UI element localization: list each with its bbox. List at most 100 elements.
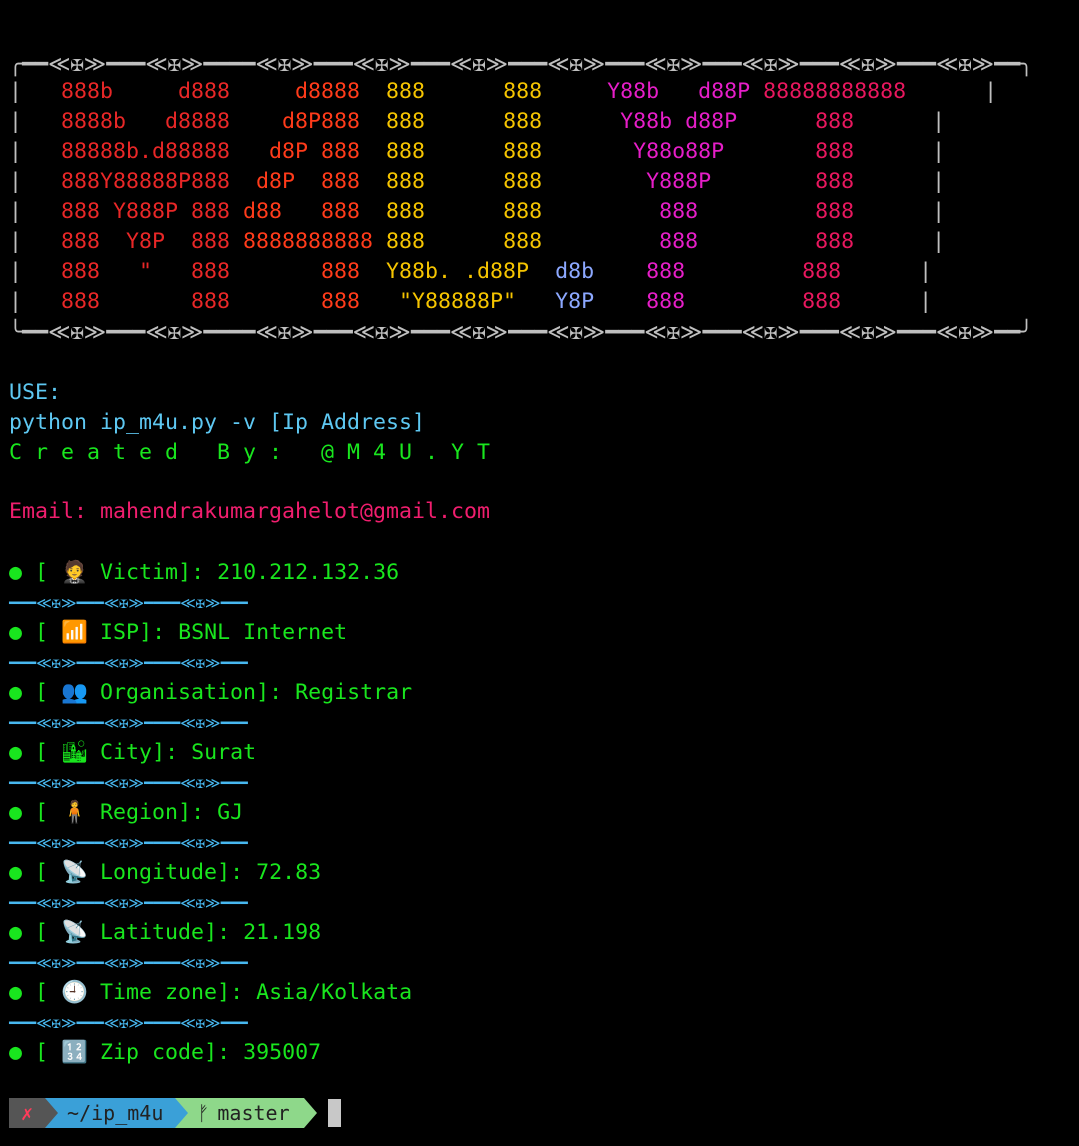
banner-segment: d88 888 — [230, 199, 361, 224]
banner-segment: | — [906, 79, 998, 104]
use-label: USE: — [9, 380, 62, 405]
satellite-icon: 📡 — [61, 920, 88, 945]
separator-line: ━━━≪✠≫━━━≪✠≫━━━━≪✠≫━━━ — [9, 894, 248, 912]
banner-segment: | — [9, 139, 62, 164]
banner-segment: | — [9, 259, 62, 284]
banner-line: | 888Y88888P888 d8P 888 888 888 Y888P 88… — [9, 167, 945, 197]
banner-segment: 8888888888 — [230, 229, 374, 254]
info-label: Victim — [100, 560, 179, 585]
bullet-icon: ● — [9, 620, 36, 645]
bullet-icon: ● — [9, 740, 36, 765]
banner-line: | 8888b d8888 d8P888 888 888 Y88b d88P 8… — [9, 107, 945, 137]
banner-line: | 888 888 888 "Y88888P" Y8P 888 888 | — [9, 287, 932, 317]
separator-line: ━━━≪✠≫━━━≪✠≫━━━━≪✠≫━━━ — [9, 774, 248, 792]
banner-segment: 888b d888 — [61, 79, 231, 104]
info-victim: ● [ 🤵 Victim]: 210.212.132.36 — [9, 558, 399, 588]
info-label: Zip code — [100, 1040, 205, 1065]
info-value: BSNL Internet — [178, 620, 348, 645]
banner-segment: "Y88888P" — [360, 289, 517, 314]
banner-segment: 888 — [230, 289, 361, 314]
banner-top-border: ╭━━≪✠≫━━━≪✠≫━━━━≪✠≫━━━≪✠≫━━━≪✠≫━━━≪✠≫━━━… — [9, 52, 1034, 77]
banner-segment: | — [841, 289, 933, 314]
banner-segment: 888 Y8P 888 — [61, 229, 231, 254]
bullet-icon: ● — [9, 800, 36, 825]
info-value: GJ — [217, 800, 244, 825]
banner-segment: 888 — [360, 169, 426, 194]
info-value: Registrar — [295, 680, 413, 705]
banner-segment: 888 — [685, 259, 842, 284]
banner-segment: 888 — [711, 169, 855, 194]
banner-segment: | — [854, 169, 946, 194]
status-segment: ✗ — [9, 1098, 59, 1128]
banner-segment: 88888b.d88888 — [61, 139, 231, 164]
separator-line: ━━━≪✠≫━━━≪✠≫━━━━≪✠≫━━━ — [9, 834, 248, 852]
banner-segment: 888 — [594, 259, 686, 284]
region-icon: 🧍 — [61, 800, 88, 825]
banner-segment: 888 — [425, 79, 543, 104]
error-icon: ✗ — [21, 1101, 34, 1125]
email-line: Email: mahendrakumargahelot@gmail.com — [9, 499, 491, 524]
info-value: 210.212.132.36 — [217, 560, 400, 585]
banner-line: | 888 Y888P 888 d88 888 888 888 888 888 … — [9, 197, 945, 227]
numbers-icon: 🔢 — [61, 1040, 88, 1065]
banner-segment: 888 Y888P 888 — [61, 199, 231, 224]
info-organisation: ● [ 👥 Organisation]: Registrar — [9, 678, 412, 708]
banner-segment: | — [9, 109, 62, 134]
info-label: Region — [100, 800, 179, 825]
banner-segment: 8888b d8888 — [61, 109, 231, 134]
info-isp: ● [ 📶 ISP]: BSNL Internet — [9, 618, 347, 648]
banner-segment: | — [9, 169, 62, 194]
bullet-icon: ● — [9, 1040, 36, 1065]
banner-segment: 888 — [360, 199, 426, 224]
banner-segment: d8P 888 — [230, 139, 361, 164]
banner-segment: Y888P — [542, 169, 712, 194]
info-label: Time zone — [100, 980, 218, 1005]
info-label: City — [100, 740, 153, 765]
banner-segment: | — [854, 199, 946, 224]
banner-segment: | — [854, 139, 946, 164]
banner-bottom-border: ╰━━≪✠≫━━━≪✠≫━━━━≪✠≫━━━≪✠≫━━━≪✠≫━━━≪✠≫━━━… — [9, 320, 1034, 345]
banner-segment: | — [854, 109, 946, 134]
banner-segment: d8P 888 — [230, 169, 361, 194]
usage-command: python ip_m4u.py -v [Ip Address] — [9, 410, 426, 435]
banner-segment: 888 — [373, 229, 426, 254]
banner-segment: 888 — [685, 289, 842, 314]
banner-segment: | — [9, 79, 62, 104]
banner-line: | 888b d888 d8888 888 888 Y88b d88P 8888… — [9, 77, 997, 107]
banner-segment: 888 — [737, 109, 855, 134]
banner-segment: 888 — [425, 109, 543, 134]
person-icon: 🤵 — [61, 560, 88, 585]
banner-segment: | — [841, 259, 933, 284]
info-label: Latitude — [100, 920, 205, 945]
banner-line: | 888 " 888 888 Y88b. .d88P d8b 888 888 … — [9, 257, 932, 287]
clock-icon: 🕘 — [61, 980, 88, 1005]
info-time-zone: ● [ 🕘 Time zone]: Asia/Kolkata — [9, 978, 412, 1008]
bullet-icon: ● — [9, 680, 36, 705]
info-label: Organisation — [100, 680, 257, 705]
banner-segment: d8888 — [230, 79, 361, 104]
banner-segment: d8P888 — [230, 109, 361, 134]
banner-segment: 888 — [425, 139, 543, 164]
banner-segment: 888 " 888 — [61, 259, 231, 284]
banner-segment: 888 — [542, 229, 699, 254]
banner-segment: | — [854, 229, 946, 254]
info-city: ● [ 🏙 City]: Surat — [9, 738, 256, 768]
terminal-cursor[interactable] — [327, 1099, 341, 1127]
banner-segment: Y88b d88P — [542, 79, 751, 104]
banner-segment: 888 — [425, 169, 543, 194]
banner-segment: 888 — [360, 79, 426, 104]
created-by: C r e a t e d B y : @ M 4 U . Y T — [9, 440, 491, 465]
banner-line: | 888 Y8P 888 8888888888 888 888 888 888… — [9, 227, 945, 257]
banner-segment: Y8P — [516, 289, 595, 314]
banner-segment: d8b — [529, 259, 595, 284]
satellite-icon: 📡 — [61, 860, 88, 885]
city-icon: 🏙 — [61, 740, 89, 765]
info-region: ● [ 🧍 Region]: GJ — [9, 798, 243, 828]
banner-segment: 888 — [724, 139, 855, 164]
banner-segment: 888 — [698, 199, 855, 224]
info-value: Asia/Kolkata — [256, 980, 413, 1005]
git-segment: ᚠ master — [175, 1098, 317, 1128]
bullet-icon: ● — [9, 920, 36, 945]
banner-segment: 888Y88888P888 — [61, 169, 231, 194]
banner-segment: | — [9, 199, 62, 224]
